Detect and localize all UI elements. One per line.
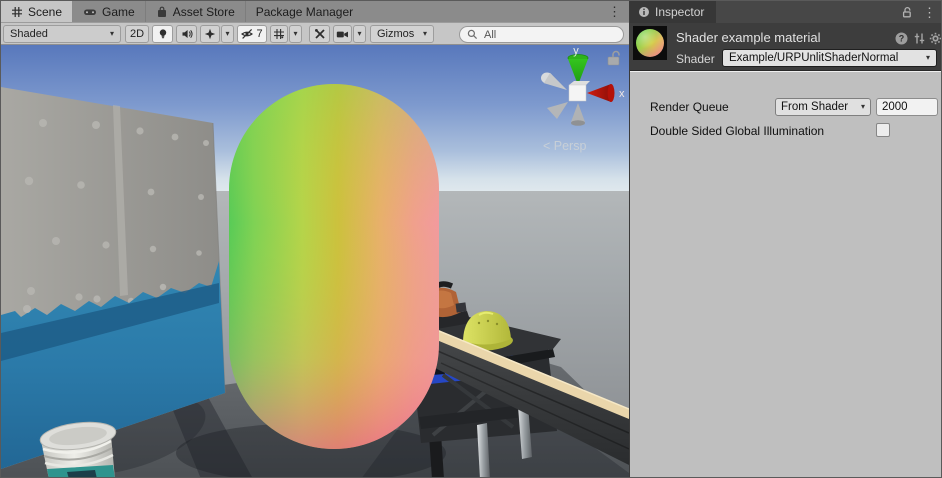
- material-properties: Render Queue From Shader ▾ 2000 Double S…: [630, 71, 942, 478]
- grid-icon: [11, 6, 23, 18]
- material-preview[interactable]: [633, 26, 667, 60]
- draw-mode-dropdown[interactable]: Shaded ▾: [3, 25, 121, 43]
- scene-tab-bar: Scene Game Asset Store Package Manager: [1, 1, 629, 23]
- axis-y-label: y: [573, 45, 579, 57]
- lightbulb-icon: [157, 28, 169, 40]
- 2d-label: 2D: [130, 28, 144, 40]
- chevron-down-icon: ▾: [926, 54, 930, 62]
- bag-icon: [156, 6, 168, 18]
- tab-label: Game: [102, 5, 135, 19]
- shader-dropdown[interactable]: Example/URPUnlitShaderNormal ▾: [722, 49, 937, 67]
- inspector-tab-bar: Inspector ⋮: [630, 1, 942, 23]
- capsule-object[interactable]: [229, 84, 439, 449]
- tab-asset-store[interactable]: Asset Store: [146, 1, 246, 22]
- scene-viewport[interactable]: y x < Persp: [1, 45, 629, 478]
- render-queue-value: 2000: [882, 101, 908, 113]
- scene-camera-button[interactable]: [333, 25, 352, 43]
- search-input[interactable]: [482, 28, 602, 42]
- toggle-2d-button[interactable]: 2D: [125, 25, 149, 43]
- info-icon: [638, 6, 650, 18]
- eye-slash-icon: [241, 28, 254, 40]
- shader-label: Shader: [676, 52, 715, 66]
- effects-dropdown[interactable]: ▾: [221, 25, 234, 43]
- chevron-down-icon: ▾: [225, 30, 229, 38]
- tab-label: Inspector: [655, 5, 704, 19]
- chevron-down-icon: ▾: [861, 103, 865, 111]
- scene-render: y x < Persp: [1, 45, 629, 478]
- scene-search-field[interactable]: [459, 26, 624, 43]
- chevron-down-icon: ▾: [357, 30, 361, 38]
- draw-mode-label: Shaded: [10, 28, 48, 40]
- help-icon[interactable]: ?: [895, 32, 908, 45]
- dsgi-label: Double Sided Global Illumination: [650, 124, 824, 138]
- scene-audio-button[interactable]: [176, 25, 197, 43]
- gizmos-label: Gizmos: [377, 28, 414, 40]
- render-queue-value-field[interactable]: 2000: [876, 98, 938, 116]
- tools-icon: [314, 28, 326, 40]
- render-queue-label: Render Queue: [650, 100, 729, 114]
- scene-pane: Scene Game Asset Store Package Manager: [1, 1, 629, 478]
- dsgi-checkbox[interactable]: [876, 123, 890, 137]
- grid-snap-icon: [273, 28, 285, 40]
- tab-inspector[interactable]: Inspector: [630, 1, 716, 23]
- hidden-count: 7: [256, 28, 262, 40]
- tab-package-manager[interactable]: Package Manager: [246, 1, 363, 22]
- scene-menu-kebab-icon[interactable]: ⋮: [608, 5, 621, 18]
- tab-scene[interactable]: Scene: [1, 1, 73, 22]
- axis-x-label: x: [619, 88, 625, 100]
- tab-label: Asset Store: [173, 5, 235, 19]
- gear-icon[interactable]: [929, 32, 942, 45]
- search-icon: [467, 29, 478, 40]
- material-name: Shader example material: [676, 30, 821, 45]
- unity-editor-window: Scene Game Asset Store Package Manager: [0, 0, 942, 478]
- grid-dropdown[interactable]: ▾: [289, 25, 302, 43]
- scene-lighting-button[interactable]: [152, 25, 173, 43]
- gamepad-icon: [83, 6, 97, 18]
- material-header: Shader example material ? Shader Example…: [630, 23, 942, 71]
- render-queue-dropdown[interactable]: From Shader ▾: [775, 98, 871, 116]
- svg-text:?: ?: [899, 34, 905, 44]
- sparkle-icon: [204, 28, 216, 40]
- chevron-down-icon: ▾: [293, 30, 297, 38]
- material-preview-sphere: [636, 29, 664, 57]
- chevron-down-icon: ▾: [110, 30, 114, 38]
- scene-visibility-button[interactable]: 7: [237, 25, 267, 43]
- component-tools-button[interactable]: [309, 25, 330, 43]
- gizmos-dropdown[interactable]: Gizmos ▾: [370, 25, 434, 43]
- camera-icon: [336, 29, 349, 40]
- inspector-menu-kebab-icon[interactable]: ⋮: [923, 6, 936, 19]
- speaker-icon: [181, 28, 193, 40]
- gizmo-cube[interactable]: [569, 85, 586, 101]
- shader-value: Example/URPUnlitShaderNormal: [729, 52, 898, 64]
- presets-icon[interactable]: [913, 32, 926, 45]
- scene-toolbar: Shaded ▾ 2D: [1, 23, 629, 45]
- tab-game[interactable]: Game: [73, 1, 146, 22]
- chevron-down-icon: ▾: [423, 30, 427, 38]
- lock-icon[interactable]: [900, 6, 913, 19]
- tab-label: Package Manager: [256, 5, 353, 19]
- scene-effects-button[interactable]: [200, 25, 220, 43]
- tab-label: Scene: [28, 5, 62, 19]
- grid-visibility-button[interactable]: [270, 25, 288, 43]
- inspector-pane: Inspector ⋮ Shader example material ?: [629, 1, 942, 478]
- projection-label[interactable]: < Persp: [543, 139, 586, 153]
- render-queue-mode: From Shader: [781, 101, 848, 113]
- camera-dropdown[interactable]: ▾: [353, 25, 366, 43]
